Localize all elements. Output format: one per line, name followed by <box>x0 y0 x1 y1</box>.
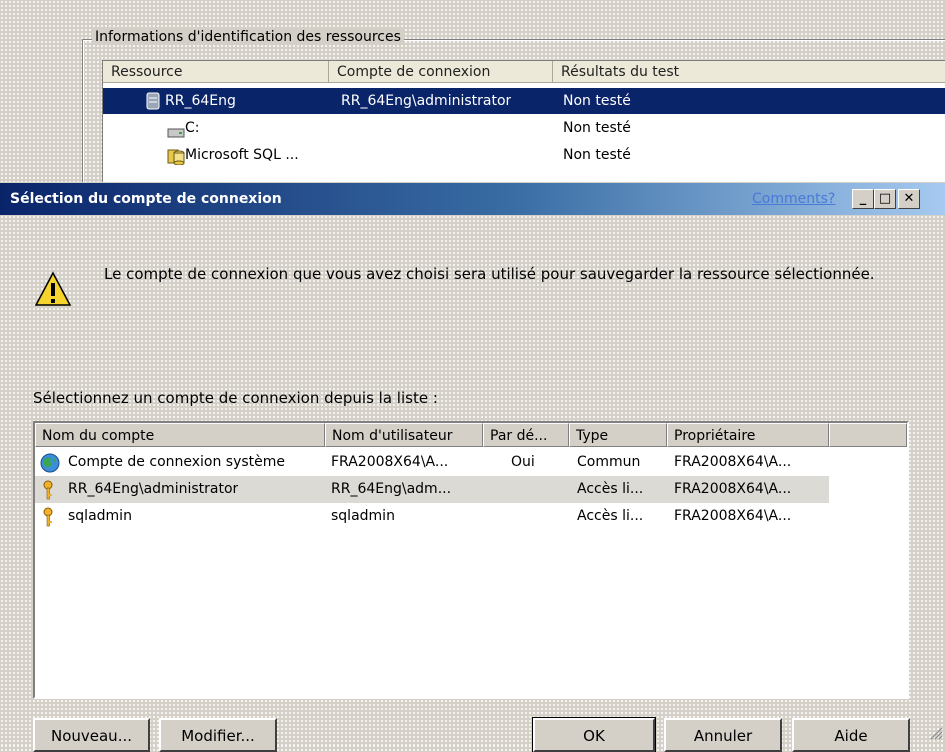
resource-name: C: <box>185 120 200 136</box>
resource-row[interactable]: C: Non testé <box>103 115 945 141</box>
comments-link[interactable]: Comments? <box>752 183 835 215</box>
account-name: RR_64Eng\administrator <box>68 481 239 497</box>
account-username: FRA2008X64\A... <box>331 454 449 470</box>
resource-row[interactable]: Microsoft SQL ... Non testé <box>103 142 945 168</box>
group-label: Informations d'identification des ressou… <box>92 29 404 45</box>
maximize-button[interactable]: □ <box>874 189 896 209</box>
account-owner: FRA2008X64\A... <box>674 454 792 470</box>
account-row[interactable]: sqladmin sqladmin Accès li... FRA2008X64… <box>35 503 829 530</box>
resource-result: Non testé <box>563 93 631 109</box>
column-header-username[interactable]: Nom d'utilisateur <box>325 423 483 447</box>
account-list[interactable]: Nom du compte Nom d'utilisateur Par dé..… <box>33 421 909 699</box>
column-header-owner[interactable]: Propriétaire <box>667 423 829 447</box>
ok-button[interactable]: OK <box>532 717 656 752</box>
column-header-filler <box>829 423 907 447</box>
column-header-resource[interactable]: Ressource <box>103 61 329 83</box>
account-default: Oui <box>511 454 535 470</box>
key-icon <box>42 507 54 537</box>
column-header-test-result[interactable]: Résultats du test <box>553 61 945 83</box>
maximize-icon: □ <box>878 191 892 206</box>
resource-result: Non testé <box>563 120 631 136</box>
account-owner: FRA2008X64\A... <box>674 508 792 524</box>
minimize-button[interactable]: _ <box>852 189 874 209</box>
close-button[interactable]: ✕ <box>898 189 920 209</box>
dialog-title: Sélection du compte de connexion <box>10 191 282 207</box>
column-header-account-name[interactable]: Nom du compte <box>35 423 325 447</box>
resize-grip-icon[interactable] <box>929 726 943 744</box>
resource-name: Microsoft SQL ... <box>185 147 299 163</box>
account-row[interactable]: RR_64Eng\administrator RR_64Eng\adm... A… <box>35 476 829 503</box>
account-name: sqladmin <box>68 508 132 524</box>
warning-icon <box>34 271 72 311</box>
new-button[interactable]: Nouveau... <box>33 718 150 752</box>
resource-row[interactable]: RR_64Eng RR_64Eng\administrator Non test… <box>103 88 945 114</box>
help-button[interactable]: Aide <box>792 718 910 752</box>
dialog-body: Le compte de connexion que vous avez cho… <box>0 215 945 752</box>
resource-name: RR_64Eng <box>165 93 236 109</box>
info-message: Le compte de connexion que vous avez cho… <box>104 265 875 283</box>
account-name: Compte de connexion système <box>68 454 286 470</box>
account-type: Commun <box>577 454 641 470</box>
resource-result: Non testé <box>563 147 631 163</box>
account-owner: FRA2008X64\A... <box>674 481 792 497</box>
column-header-account[interactable]: Compte de connexion <box>329 61 553 83</box>
cancel-button[interactable]: Annuler <box>664 718 782 752</box>
minimize-icon: _ <box>859 191 867 206</box>
account-type: Accès li... <box>577 481 644 497</box>
account-username: RR_64Eng\adm... <box>331 481 452 497</box>
account-type: Accès li... <box>577 508 644 524</box>
account-username: sqladmin <box>331 508 395 524</box>
dialog-titlebar[interactable]: Sélection du compte de connexion Comment… <box>0 183 945 215</box>
sql-database-icon <box>167 147 185 174</box>
close-icon: ✕ <box>903 191 915 206</box>
select-account-label: Sélectionnez un compte de connexion depu… <box>33 389 438 407</box>
select-account-dialog: Sélection du compte de connexion Comment… <box>0 182 945 752</box>
resource-list[interactable]: Ressource Compte de connexion Résultats … <box>102 60 945 201</box>
column-header-type[interactable]: Type <box>569 423 667 447</box>
resource-account: RR_64Eng\administrator <box>341 93 512 109</box>
account-row[interactable]: Compte de connexion système FRA2008X64\A… <box>35 449 829 476</box>
column-header-default[interactable]: Par dé... <box>483 423 569 447</box>
modify-button[interactable]: Modifier... <box>159 718 277 752</box>
